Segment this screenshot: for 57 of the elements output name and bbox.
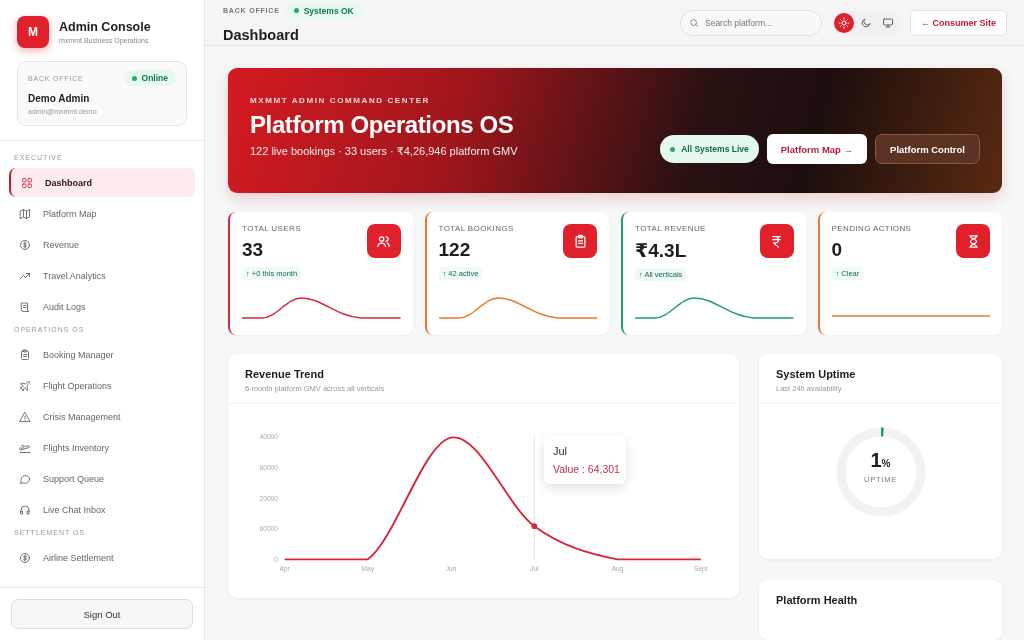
stat-label: TOTAL USERS	[242, 224, 301, 233]
plane-icon	[19, 379, 31, 392]
logo-badge: M	[17, 16, 49, 48]
nav-item[interactable]: Platform Map	[9, 199, 195, 228]
users-icon	[366, 224, 401, 258]
nav-item[interactable]: Support Queue	[9, 464, 195, 493]
status-pill: Systems OK	[285, 2, 362, 19]
headset-icon	[19, 503, 31, 516]
platform-map-button[interactable]: Platform Map →	[766, 134, 868, 164]
user-name: Demo Admin	[28, 93, 91, 104]
dollar-icon	[19, 238, 31, 251]
hourglass-icon	[956, 224, 990, 258]
card-title: Platform Health	[776, 594, 859, 606]
nav-item[interactable]: Flights Inventory	[9, 433, 195, 462]
grid-icon	[21, 176, 33, 189]
nav-item[interactable]: Flight Operations	[9, 371, 195, 400]
nav-item[interactable]: Live Chat Inbox	[9, 495, 195, 524]
clipboard-icon	[19, 348, 31, 361]
status-pill: Online	[123, 70, 176, 86]
stat-value: ₹4.3L	[635, 239, 688, 262]
nav-item[interactable]: Dashboard	[9, 168, 195, 197]
app-title: Admin Console	[59, 20, 151, 34]
stat-value: 122	[438, 239, 472, 261]
page-title: Dashboard	[223, 26, 300, 43]
stat-label: TOTAL REVENUE	[635, 224, 706, 233]
chat-icon	[19, 472, 31, 485]
hero-eyebrow: MXMMT ADMIN COMMAND CENTER	[250, 96, 431, 105]
tooltip-title: Jul	[553, 445, 569, 457]
stat-value: 0	[831, 239, 844, 261]
nav-item[interactable]: Revenue	[9, 230, 195, 259]
map-icon	[19, 207, 31, 220]
search-icon	[689, 17, 699, 28]
stat-label: TOTAL BOOKINGS	[438, 224, 514, 233]
hero-subtitle: 122 live bookings · 33 users · ₹4,26,946 platform GMV	[250, 145, 518, 158]
scroll-icon	[19, 300, 31, 313]
warning-icon	[19, 410, 31, 423]
sun-icon[interactable]	[834, 12, 854, 33]
stat-value: 33	[242, 239, 265, 261]
search-field[interactable]: Search platform...	[680, 9, 822, 36]
uptime-value: 1%	[869, 449, 892, 472]
card-title: System Uptime	[776, 368, 857, 380]
nav-item[interactable]: Crisis Management	[9, 402, 195, 431]
platform-control-button[interactable]: Platform Control	[875, 134, 980, 164]
nav-item[interactable]: Audit Logs	[9, 292, 195, 321]
consumer-site-button[interactable]: ← Consumer Site	[910, 9, 1007, 36]
hero-title: Platform Operations OS	[250, 111, 515, 139]
status-pill: All Systems Live	[660, 135, 759, 163]
dollar-icon	[19, 551, 31, 564]
clipboard-icon	[563, 224, 597, 258]
data-point	[531, 523, 538, 529]
nav-item[interactable]: Airline Settlement	[9, 543, 195, 572]
stat-label: PENDING ACTIONS	[831, 224, 912, 233]
sign-out-button[interactable]: Sign Out	[11, 599, 193, 629]
nav-item[interactable]: Travel Analytics	[9, 261, 195, 290]
card-title: Revenue Trend	[245, 368, 325, 380]
nav-item[interactable]: Booking Manager	[9, 340, 195, 369]
rupee-icon	[759, 224, 794, 258]
